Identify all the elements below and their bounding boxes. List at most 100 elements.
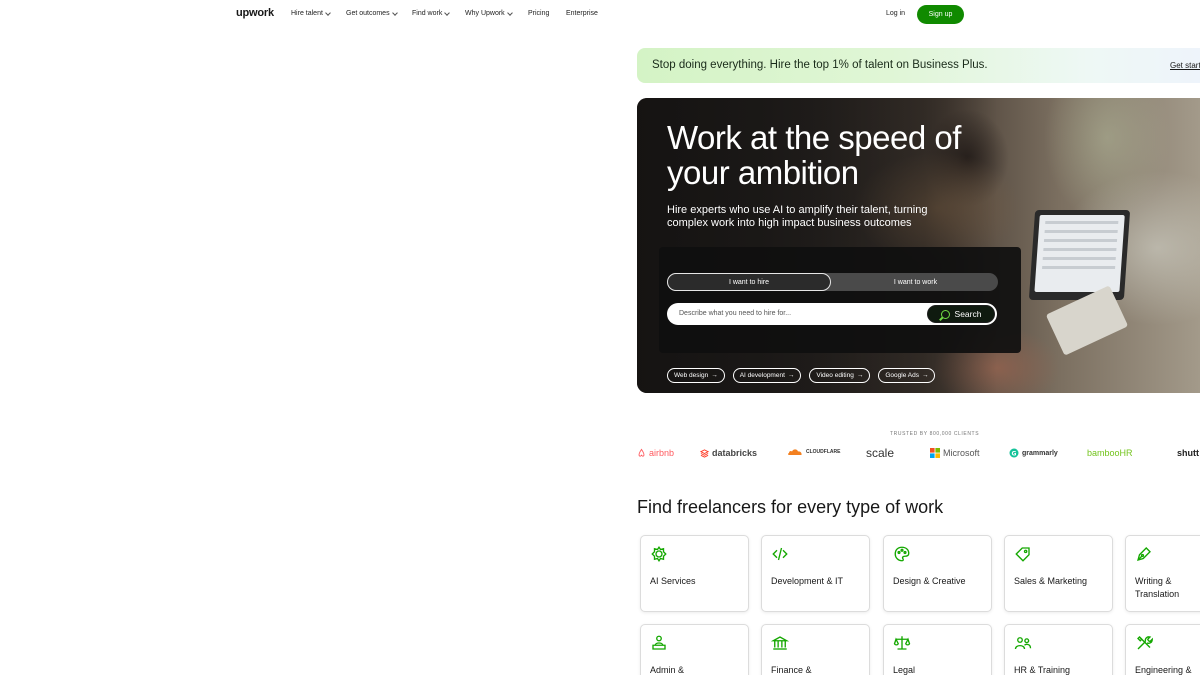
- brand-name: scale: [866, 446, 895, 460]
- admin-icon: [652, 635, 666, 650]
- arrow-right-icon: →: [711, 372, 718, 379]
- login-link[interactable]: Log in: [886, 10, 905, 17]
- hero-laptop-image: [1028, 210, 1131, 300]
- airbnb-icon: [638, 448, 645, 457]
- scale-logo: scale: [866, 446, 894, 460]
- chip-label: AI development: [739, 372, 785, 379]
- chevron-down-icon: [444, 9, 451, 16]
- category-label: HR & Training: [1014, 665, 1071, 675]
- brand-name: shutt: [1177, 448, 1199, 458]
- suggestion-chips: Web design → AI development → Video editin…: [667, 368, 936, 383]
- hire-work-toggle: I want to hire I want to work: [667, 273, 998, 291]
- search-placeholder: Describe what you need to hire for...: [679, 310, 792, 317]
- nav-pricing-label: Pricing: [528, 10, 550, 17]
- airbnb-logo: airbnb: [637, 448, 674, 458]
- databricks-logo: databricks: [700, 448, 757, 458]
- databricks-icon: [700, 448, 709, 458]
- category-card-writing-translation[interactable]: Writing & Translation: [1125, 535, 1200, 612]
- category-label: Engineering &: [1135, 665, 1192, 675]
- tab-i-want-to-hire[interactable]: I want to hire: [667, 273, 831, 291]
- search-input[interactable]: Describe what you need to hire for... Se…: [667, 303, 997, 325]
- chip-label: Google Ads: [885, 372, 919, 379]
- category-label: Finance &: [771, 665, 812, 675]
- main-nav: Hire talent Get outcomes Find work Why U…: [291, 9, 616, 17]
- nav-hire-talent-label: Hire talent: [291, 10, 323, 17]
- chip-ai-development[interactable]: AI development →: [732, 368, 802, 383]
- category-label: Sales & Marketing: [1014, 576, 1088, 586]
- palette-icon: [894, 546, 910, 562]
- category-label: AI Services: [650, 576, 696, 586]
- category-card-ai-services[interactable]: AI Services: [640, 535, 749, 612]
- nav-why-upwork[interactable]: Why Upwork: [465, 9, 528, 17]
- category-label: Admin &: [650, 665, 685, 675]
- chevron-down-icon: [325, 9, 331, 16]
- signup-button[interactable]: Sign up: [917, 5, 964, 24]
- chevron-down-icon: [391, 9, 398, 16]
- pen-icon: [1137, 547, 1151, 561]
- category-label: Design & Creative: [893, 576, 966, 586]
- nav-hire-talent[interactable]: Hire talent: [291, 9, 346, 17]
- brand-name: airbnb: [649, 448, 675, 458]
- category-card-development-it[interactable]: Development & IT: [761, 535, 870, 612]
- client-logos: airbnb databricks CLOUDFLARE scale Micro…: [637, 446, 1200, 462]
- grammarly-icon: G: [1009, 448, 1019, 458]
- trusted-label: TRUSTED BY 800,000 CLIENTS: [890, 431, 980, 437]
- scales-icon: [893, 636, 911, 650]
- grammarly-logo: G grammarly: [1009, 448, 1058, 458]
- search-button[interactable]: Search: [927, 305, 995, 323]
- upwork-logo[interactable]: upwork: [236, 7, 274, 19]
- brand-name: Microsoft: [943, 448, 980, 458]
- arrow-right-icon: →: [787, 372, 795, 379]
- shutterstock-logo: shutt: [1177, 448, 1199, 458]
- brand-name: bambooHR: [1087, 448, 1133, 458]
- nav-enterprise[interactable]: Enterprise: [566, 10, 616, 17]
- chip-web-design[interactable]: Web design →: [667, 368, 725, 383]
- top-navigation: upwork Hire talent Get outcomes Find wor…: [0, 0, 1200, 30]
- category-card-legal[interactable]: Legal: [883, 624, 992, 675]
- categories-title: Find freelancers for every type of work: [637, 497, 944, 517]
- category-label: Legal: [893, 665, 916, 675]
- hero-title: Work at the speed of your ambition: [667, 119, 961, 191]
- chip-label: Web design: [674, 372, 709, 379]
- tag-icon: [1015, 547, 1030, 562]
- category-card-design-creative[interactable]: Design & Creative: [883, 535, 992, 612]
- hero-section: Work at the speed of your ambition Hire …: [637, 98, 1200, 393]
- category-card-sales-marketing[interactable]: Sales & Marketing: [1004, 535, 1113, 612]
- promo-text: Stop doing everything. Hire the top 1% o…: [652, 59, 988, 71]
- ai-services-icon: [651, 546, 667, 562]
- chip-label: Video editing: [816, 372, 854, 379]
- search-panel: I want to hire I want to work Describe w…: [659, 247, 1021, 353]
- category-card-engineering[interactable]: Engineering &: [1125, 624, 1200, 675]
- bank-icon: [771, 636, 789, 650]
- arrow-right-icon: →: [921, 372, 929, 379]
- svg-text:G: G: [1012, 451, 1017, 458]
- cloudflare-icon: [788, 449, 802, 455]
- search-icon: [940, 309, 950, 319]
- nav-find-work-label: Find work: [412, 10, 443, 17]
- category-label: Writing & Translation: [1135, 576, 1180, 599]
- nav-pricing[interactable]: Pricing: [528, 10, 566, 17]
- nav-find-work[interactable]: Find work: [412, 9, 465, 17]
- chevron-down-icon: [506, 9, 513, 16]
- microsoft-icon: [930, 448, 940, 458]
- bamboohr-logo: bambooHR: [1087, 448, 1133, 458]
- arrow-right-icon: →: [856, 372, 864, 379]
- category-card-hr-training[interactable]: HR & Training: [1004, 624, 1113, 675]
- nav-get-outcomes[interactable]: Get outcomes: [346, 9, 412, 17]
- tools-icon: [1137, 636, 1153, 650]
- brand-name: CLOUDFLARE: [806, 449, 841, 455]
- nav-why-upwork-label: Why Upwork: [465, 10, 505, 17]
- category-card-finance[interactable]: Finance &: [761, 624, 870, 675]
- chip-video-editing[interactable]: Video editing →: [809, 368, 871, 383]
- promo-get-started-link[interactable]: Get started: [1170, 61, 1200, 70]
- category-card-admin[interactable]: Admin &: [640, 624, 749, 675]
- nav-get-outcomes-label: Get outcomes: [346, 10, 390, 17]
- category-label: Development & IT: [771, 576, 844, 586]
- nav-enterprise-label: Enterprise: [566, 10, 598, 17]
- microsoft-logo: Microsoft: [930, 448, 980, 458]
- chip-google-ads[interactable]: Google Ads →: [878, 368, 936, 383]
- cloudflare-logo: CLOUDFLARE: [787, 448, 840, 456]
- promo-banner: Stop doing everything. Hire the top 1% o…: [637, 48, 1200, 83]
- tab-i-want-to-work[interactable]: I want to work: [833, 273, 998, 291]
- search-button-label: Search: [954, 309, 982, 319]
